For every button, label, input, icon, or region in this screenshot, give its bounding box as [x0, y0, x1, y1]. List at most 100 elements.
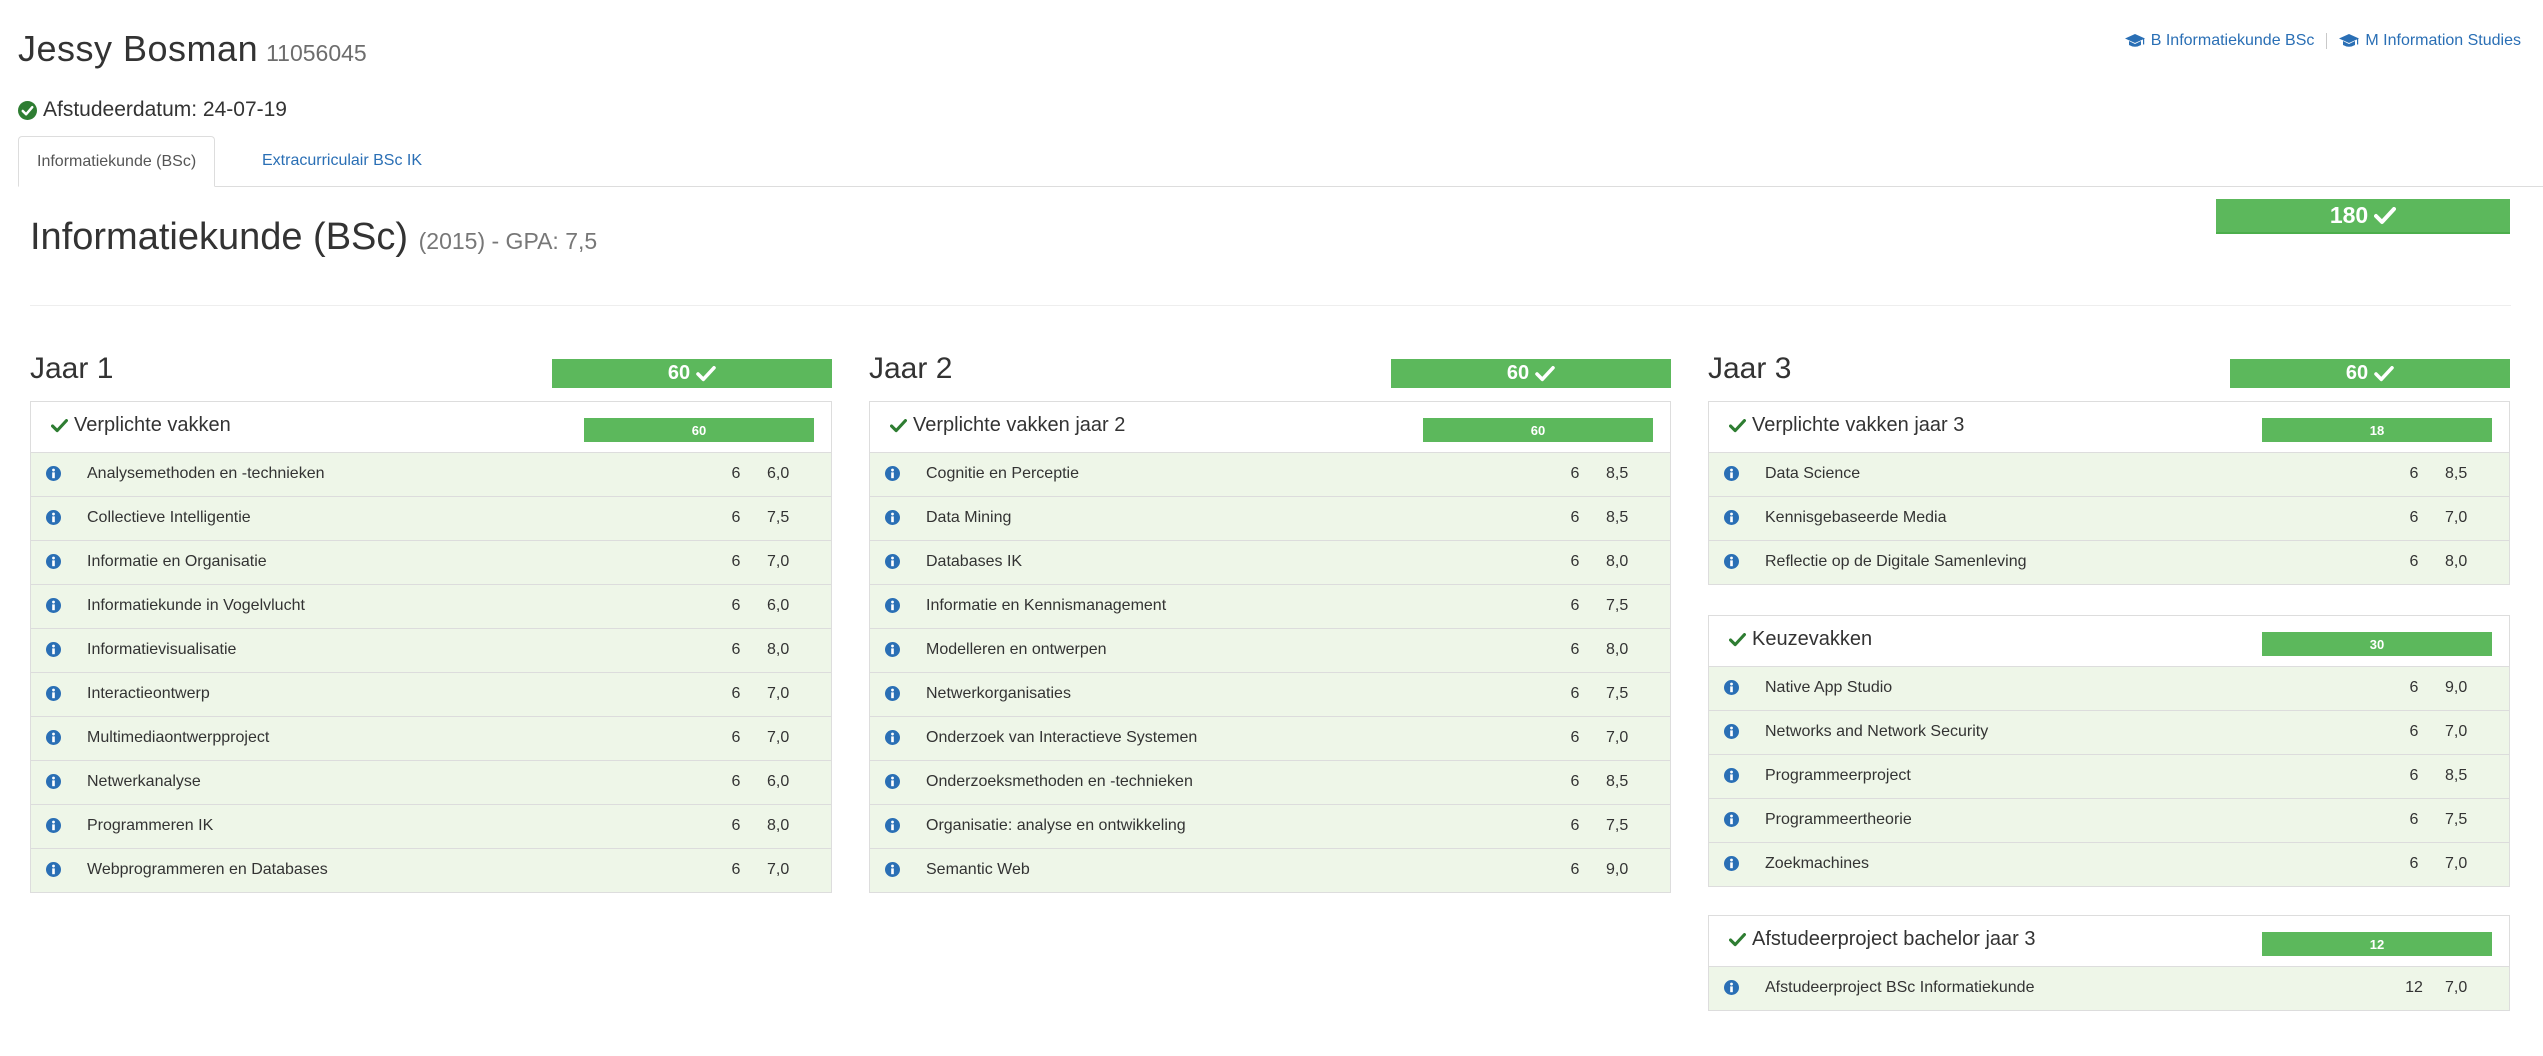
- panel-title: Verplichte vakken jaar 3: [1729, 414, 1964, 437]
- info-icon[interactable]: [1724, 554, 1739, 569]
- info-icon[interactable]: [885, 510, 900, 525]
- course-row: Reflectie op de Digitale Samenleving 6 8,0: [1709, 541, 2509, 584]
- info-icon[interactable]: [885, 774, 900, 789]
- info-icon[interactable]: [1724, 980, 1739, 995]
- year-ec-badge: 60: [2230, 359, 2510, 388]
- info-icon[interactable]: [46, 862, 61, 877]
- info-icon[interactable]: [885, 466, 900, 481]
- course-info-button[interactable]: [46, 554, 61, 574]
- panel-title: Keuzevakken: [1729, 628, 1872, 651]
- info-icon[interactable]: [1724, 724, 1739, 739]
- course-info-button[interactable]: [1724, 680, 1739, 700]
- course-row: Kennisgebaseerde Media 6 7,0: [1709, 497, 2509, 541]
- info-icon[interactable]: [885, 642, 900, 657]
- course-info-button[interactable]: [885, 642, 900, 662]
- info-icon[interactable]: [46, 730, 61, 745]
- course-info-button[interactable]: [885, 554, 900, 574]
- course-name: Informatie en Kennismanagement: [926, 597, 1167, 614]
- check-icon: [1729, 418, 1746, 432]
- course-name: Data Mining: [926, 509, 1012, 526]
- course-group-panel: Afstudeerproject bachelor jaar 3 12 Afstud…: [1708, 915, 2510, 1011]
- course-ec: 6: [1570, 773, 1580, 790]
- course-name: Analysemethoden en -technieken: [87, 465, 325, 482]
- program-link-msc[interactable]: M Information Studies: [2339, 32, 2521, 50]
- course-info-button[interactable]: [46, 862, 61, 882]
- info-icon[interactable]: [885, 554, 900, 569]
- info-icon[interactable]: [885, 862, 900, 877]
- course-name: Onderzoek van Interactieve Systemen: [926, 729, 1198, 746]
- course-ec: 6: [1570, 861, 1580, 878]
- course-info-button[interactable]: [46, 642, 61, 662]
- course-row: Programmeerproject 6 8,5: [1709, 755, 2509, 799]
- info-icon[interactable]: [885, 818, 900, 833]
- info-icon[interactable]: [885, 730, 900, 745]
- info-icon[interactable]: [46, 554, 61, 569]
- course-info-button[interactable]: [46, 818, 61, 838]
- info-icon[interactable]: [46, 598, 61, 613]
- course-info-button[interactable]: [885, 598, 900, 618]
- year-title: Jaar 2: [869, 352, 953, 385]
- course-info-button[interactable]: [46, 730, 61, 750]
- course-info-button[interactable]: [46, 466, 61, 486]
- graduation-date-text: Afstudeerdatum: 24-07-19: [43, 98, 287, 121]
- course-row: Webprogrammeren en Databases 6 7,0: [31, 849, 831, 892]
- check-icon: [1729, 932, 1746, 946]
- course-info-button[interactable]: [1724, 768, 1739, 788]
- course-name: Informatie en Organisatie: [87, 553, 267, 570]
- course-grade: 7,5: [2445, 811, 2468, 828]
- info-icon[interactable]: [46, 774, 61, 789]
- course-ec: 6: [1570, 465, 1580, 482]
- course-info-button[interactable]: [46, 774, 61, 794]
- panel-ec-badge: 30: [2262, 632, 2492, 656]
- course-info-button[interactable]: [885, 774, 900, 794]
- course-name: Netwerkanalyse: [87, 773, 201, 790]
- course-ec: 6: [731, 729, 741, 746]
- info-icon[interactable]: [885, 686, 900, 701]
- course-info-button[interactable]: [885, 862, 900, 882]
- course-grade: 9,0: [1606, 861, 1629, 878]
- info-icon[interactable]: [1724, 768, 1739, 783]
- course-info-button[interactable]: [1724, 466, 1739, 486]
- course-name: Programmeren IK: [87, 817, 214, 834]
- panel-header: Verplichte vakken jaar 2 60: [870, 402, 1670, 453]
- course-info-button[interactable]: [1724, 856, 1739, 876]
- course-info-button[interactable]: [885, 818, 900, 838]
- info-icon[interactable]: [46, 510, 61, 525]
- tab-informatiekunde[interactable]: Informatiekunde (BSc): [18, 136, 216, 187]
- course-info-button[interactable]: [885, 510, 900, 530]
- course-info-button[interactable]: [885, 730, 900, 750]
- info-icon[interactable]: [885, 598, 900, 613]
- info-icon[interactable]: [46, 686, 61, 701]
- info-icon[interactable]: [46, 818, 61, 833]
- course-info-button[interactable]: [1724, 510, 1739, 530]
- graduation-cap-icon: [2124, 34, 2145, 47]
- course-info-button[interactable]: [885, 466, 900, 486]
- info-icon[interactable]: [1724, 812, 1739, 827]
- info-icon[interactable]: [1724, 510, 1739, 525]
- course-ec: 6: [2409, 679, 2419, 696]
- program-link-bsc[interactable]: B Informatiekunde BSc: [2124, 32, 2314, 50]
- info-icon[interactable]: [46, 642, 61, 657]
- course-info-button[interactable]: [1724, 724, 1739, 744]
- course-info-button[interactable]: [46, 510, 61, 530]
- course-info-button[interactable]: [1724, 980, 1739, 1000]
- course-row: Zoekmachines 6 7,0: [1709, 843, 2509, 886]
- course-grade: 8,5: [1606, 773, 1629, 790]
- course-info-button[interactable]: [46, 598, 61, 618]
- info-icon[interactable]: [1724, 466, 1739, 481]
- course-grade: 8,5: [1606, 465, 1629, 482]
- total-ec-badge: 180: [2216, 199, 2510, 234]
- course-row: Networks and Network Security 6 7,0: [1709, 711, 2509, 755]
- course-name: Cognitie en Perceptie: [926, 465, 1079, 482]
- course-info-button[interactable]: [1724, 554, 1739, 574]
- course-grade: 8,0: [767, 641, 790, 658]
- tab-extracurriculair[interactable]: Extracurriculair BSc IK: [244, 136, 440, 186]
- check-icon: [1729, 632, 1746, 646]
- course-info-button[interactable]: [885, 686, 900, 706]
- info-icon[interactable]: [46, 466, 61, 481]
- course-info-button[interactable]: [1724, 812, 1739, 832]
- course-info-button[interactable]: [46, 686, 61, 706]
- info-icon[interactable]: [1724, 680, 1739, 695]
- info-icon[interactable]: [1724, 856, 1739, 871]
- course-ec: 6: [731, 509, 741, 526]
